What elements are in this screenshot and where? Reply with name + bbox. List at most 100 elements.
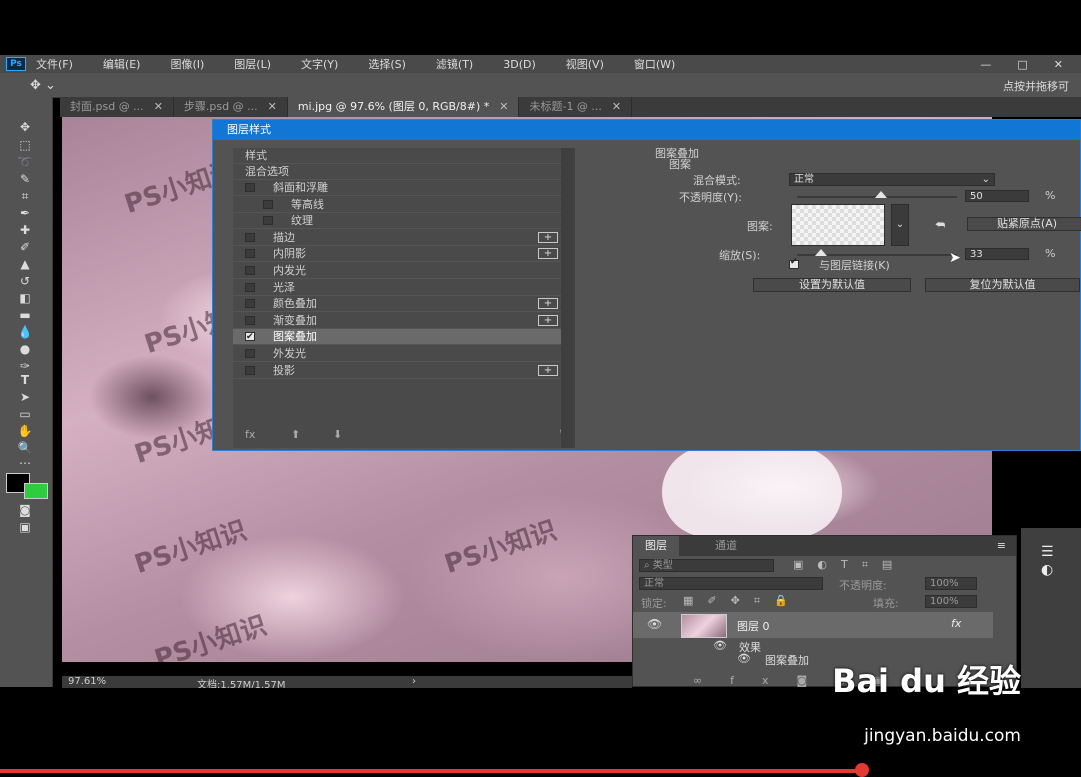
fx-icon[interactable]: fx [245, 428, 255, 441]
style-checkbox[interactable] [245, 365, 255, 375]
add-effect-icon[interactable]: + [538, 364, 558, 376]
eraser-icon[interactable]: ◧ [12, 290, 38, 306]
tab-cover[interactable]: 封面.psd @ ... ✕ [60, 97, 174, 117]
style-checkbox[interactable] [245, 183, 255, 192]
style-item[interactable]: 等高线 [233, 197, 568, 213]
video-progress-bar[interactable] [0, 769, 862, 773]
quick-mask-icon[interactable]: ◙ [12, 502, 38, 518]
quick-select-icon[interactable]: ✎ [12, 171, 38, 187]
pattern-picker-chevron-icon[interactable]: ⌄ [891, 204, 909, 246]
add-effect-icon[interactable]: + [538, 231, 558, 243]
effect-visibility-icon[interactable]: 👁 [737, 652, 751, 665]
blend-mode-select[interactable]: 正常 ⌄ [789, 173, 995, 186]
panel-menu-icon[interactable]: ≡ [997, 539, 1006, 552]
tab-untitled[interactable]: 未标题-1 @ ... ✕ [519, 97, 633, 117]
tab-mi-jpg[interactable]: mi.jpg @ 97.6% (图层 0, RGB/8#) * ✕ [287, 97, 520, 117]
close-icon[interactable]: ✕ [268, 100, 277, 113]
style-item[interactable]: 纹理 [233, 213, 568, 230]
close-icon[interactable]: ✕ [154, 100, 163, 113]
style-checkbox[interactable] [245, 349, 255, 358]
add-effect-icon[interactable]: + [538, 248, 558, 260]
marquee-icon[interactable]: ⬚ [12, 137, 38, 153]
scale-input[interactable]: 33 [965, 248, 1029, 260]
video-progress-handle[interactable] [855, 763, 869, 777]
layer-blend-mode-select[interactable]: 正常 [639, 577, 823, 590]
move-icon[interactable]: ✥ [12, 119, 38, 135]
status-arrow-icon[interactable]: › [412, 676, 416, 687]
style-item[interactable]: 图案叠加 [233, 329, 568, 346]
style-item[interactable]: 描边 + [233, 230, 568, 246]
lasso-icon[interactable]: ➰ [12, 154, 38, 170]
layer-filter-icons[interactable]: ▣◐T⌗▤ [793, 558, 906, 572]
zoom-icon[interactable]: 🔍 [12, 440, 38, 456]
style-checkbox[interactable] [245, 315, 255, 325]
add-effect-icon[interactable]: + [538, 298, 558, 310]
opacity-input[interactable]: 50 [965, 190, 1029, 202]
menu-layer[interactable]: 图层(L) [234, 56, 271, 72]
eyedropper-icon[interactable]: ✒ [12, 205, 38, 221]
style-checkbox[interactable] [245, 299, 255, 309]
opacity-slider-handle[interactable] [875, 191, 887, 198]
adjustments-icon[interactable]: ◐ [1041, 562, 1053, 578]
snap-to-origin-button[interactable]: 贴紧原点(A) [967, 217, 1081, 231]
move-up-icon[interactable]: ⬆ [291, 428, 300, 441]
brush-icon[interactable]: ✐ [12, 239, 38, 255]
path-select-icon[interactable]: ➤ [12, 389, 38, 405]
style-item[interactable]: 外发光 [233, 346, 568, 362]
maximize-button[interactable]: □ [1017, 58, 1027, 71]
close-icon[interactable]: ✕ [499, 100, 508, 113]
minimize-button[interactable]: — [980, 58, 991, 71]
history-brush-icon[interactable]: ↺ [12, 273, 38, 289]
layer-name[interactable]: 图层 0 [737, 618, 770, 634]
style-item[interactable]: 斜面和浮雕 [233, 180, 568, 196]
style-checkbox[interactable] [245, 329, 255, 345]
style-item[interactable]: 内发光 [233, 263, 568, 279]
pattern-swatch[interactable] [791, 204, 885, 246]
tab-steps[interactable]: 步骤.psd @ ... ✕ [174, 97, 288, 117]
visibility-eye-icon[interactable]: 👁 [647, 617, 662, 631]
background-color-swatch[interactable] [24, 483, 48, 499]
new-preset-icon[interactable]: ⮪ [935, 218, 945, 232]
style-checkbox[interactable] [245, 232, 255, 242]
menu-image[interactable]: 图像(I) [170, 56, 204, 72]
add-effect-icon[interactable]: + [538, 314, 558, 326]
effects-visibility-icon[interactable]: 👁 [713, 639, 727, 652]
style-checkbox[interactable] [245, 282, 255, 292]
style-item[interactable]: 颜色叠加 + [233, 296, 568, 313]
hand-icon[interactable]: ✋ [12, 423, 38, 439]
style-item[interactable]: 内阴影 + [233, 246, 568, 263]
fill-input[interactable]: 100% [925, 595, 977, 608]
style-checkbox[interactable] [263, 199, 273, 209]
menu-3d[interactable]: 3D(D) [503, 58, 536, 71]
gradient-icon[interactable]: ▬ [12, 307, 38, 323]
screen-mode-icon[interactable]: ▣ [12, 519, 38, 535]
menu-window[interactable]: 窗口(W) [634, 56, 675, 72]
menu-filter[interactable]: 滤镜(T) [436, 56, 473, 72]
effect-item-label[interactable]: 图案叠加 [765, 652, 809, 668]
move-down-icon[interactable]: ⬇ [333, 428, 342, 441]
layers-stack-icon[interactable]: ☰ [1041, 544, 1054, 560]
layer-row[interactable]: 👁 图层 0 fx [633, 612, 993, 638]
menu-type[interactable]: 文字(Y) [301, 56, 338, 72]
stamp-icon[interactable]: ▲ [12, 256, 38, 272]
close-icon[interactable]: ✕ [612, 100, 621, 113]
tab-channels[interactable]: 通道 [703, 536, 749, 556]
type-icon[interactable]: T [12, 372, 38, 388]
dodge-icon[interactable]: ● [12, 341, 38, 357]
style-checkbox[interactable] [263, 216, 273, 226]
move-tool-icon[interactable]: ✥ ⌄ [30, 78, 56, 93]
make-default-button[interactable]: 设置为默认值 [753, 278, 911, 292]
lock-icons[interactable]: ▦✐✥⌗🔒 [683, 594, 802, 608]
reset-default-button[interactable]: 复位为默认值 [925, 278, 1080, 292]
style-list-scrollbar[interactable] [561, 148, 575, 448]
menu-file[interactable]: 文件(F) [36, 56, 73, 72]
styles-header[interactable]: 样式 [233, 148, 568, 164]
style-item[interactable]: 光泽 [233, 280, 568, 296]
healing-icon[interactable]: ✚ [12, 222, 38, 238]
blend-options-item[interactable]: 混合选项 [233, 164, 568, 180]
style-checkbox[interactable] [245, 249, 255, 259]
menu-edit[interactable]: 编辑(E) [103, 56, 141, 72]
menu-select[interactable]: 选择(S) [368, 56, 406, 72]
close-window-button[interactable]: ✕ [1054, 58, 1063, 71]
style-item[interactable]: 投影 + [233, 363, 568, 379]
